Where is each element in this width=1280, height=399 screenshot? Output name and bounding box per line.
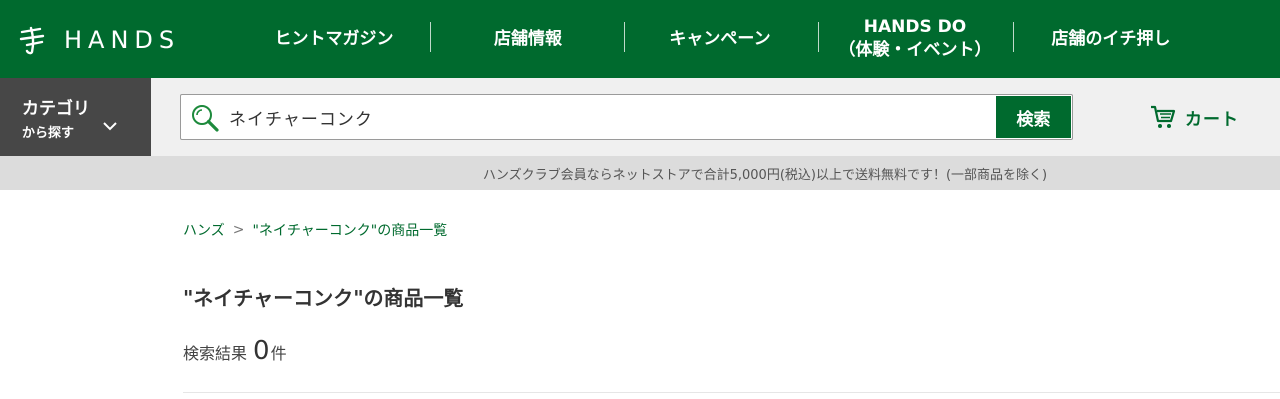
- cart-link[interactable]: カート: [1150, 102, 1239, 132]
- nav-sublabel: （体験・イベント）: [838, 40, 992, 60]
- nav-store-info[interactable]: 店舗情報: [470, 0, 586, 78]
- nav-hands-do[interactable]: HANDS DO （体験・イベント）: [832, 0, 998, 78]
- cart-label: カート: [1185, 109, 1239, 130]
- result-count-number: 0: [253, 336, 270, 366]
- breadcrumb-home-link[interactable]: ハンズ: [183, 220, 225, 240]
- nav-label: HANDS DO: [863, 17, 967, 38]
- hands-logo[interactable]: HANDS: [18, 24, 180, 56]
- result-count-label: 検索結果: [183, 344, 248, 363]
- nav-label: ヒントマガジン: [274, 28, 394, 49]
- nav-divider: [818, 22, 819, 52]
- nav-label: 店舗のイチ押し: [1051, 28, 1171, 49]
- nav-divider: [430, 22, 431, 52]
- result-count-unit: 件: [270, 344, 287, 363]
- nav-divider: [624, 22, 625, 52]
- search-form: 検索: [180, 94, 1073, 140]
- breadcrumb: ハンズ > "ネイチャーコンク"の商品一覧: [183, 220, 447, 240]
- nav-divider: [1013, 22, 1014, 52]
- category-title: カテゴリ: [22, 99, 90, 119]
- chevron-down-icon: [103, 122, 117, 131]
- search-row: カテゴリ から探す 検索 カート: [0, 78, 1280, 156]
- nav-hint-magazine[interactable]: ヒントマガジン: [260, 0, 408, 78]
- nav-store-recommend[interactable]: 店舗のイチ押し: [1032, 0, 1190, 78]
- nav-label: キャンペーン: [669, 28, 771, 49]
- hands-logo-mark-icon: [19, 26, 45, 55]
- breadcrumb-current-link[interactable]: "ネイチャーコンク"の商品一覧: [252, 220, 447, 240]
- search-input[interactable]: [229, 95, 989, 139]
- breadcrumb-separator: >: [232, 222, 245, 238]
- shipping-notice: ハンズクラブ会員ならネットストアで合計5,000円(税込)以上で送料無料です！(…: [0, 156, 1280, 190]
- search-icon: [192, 105, 219, 132]
- cart-icon: [1151, 105, 1176, 128]
- result-count: 検索結果 0 件: [183, 336, 287, 366]
- page-title: "ネイチャーコンク"の商品一覧: [183, 286, 464, 310]
- top-header: HANDS ヒントマガジン 店舗情報 キャンペーン HANDS DO （体験・イ…: [0, 0, 1280, 78]
- category-menu-button[interactable]: カテゴリ から探す: [0, 78, 151, 156]
- logo-text: HANDS: [64, 26, 181, 54]
- nav-label: 店舗情報: [494, 28, 562, 49]
- category-subtitle: から探す: [22, 126, 75, 141]
- nav-campaign[interactable]: キャンペーン: [652, 0, 788, 78]
- search-button[interactable]: 検索: [996, 96, 1071, 138]
- content-divider: [183, 392, 1280, 393]
